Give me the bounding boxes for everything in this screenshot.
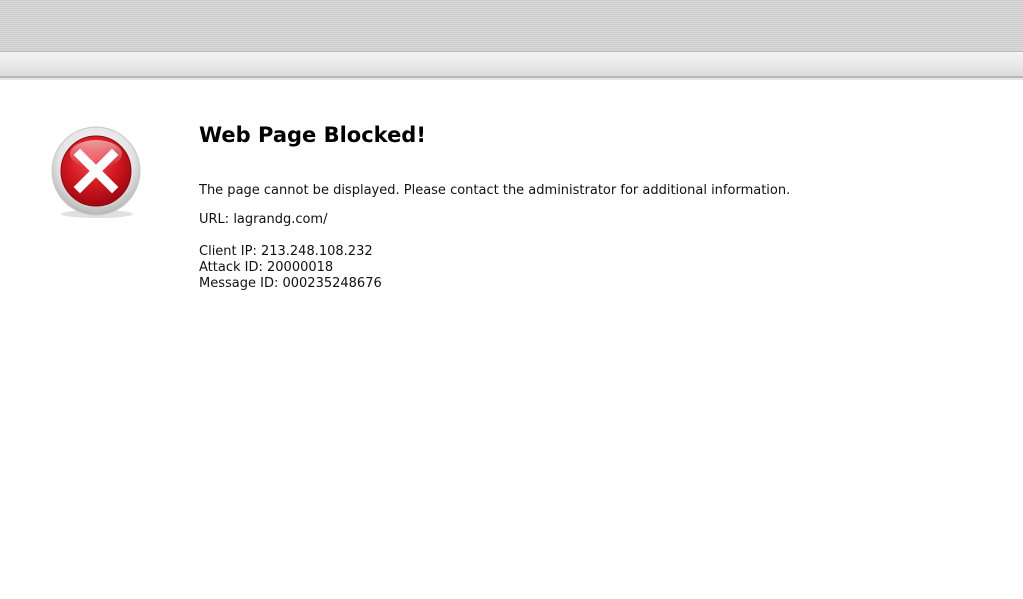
header-divider — [0, 78, 1023, 80]
attack-id-label: Attack ID: — [199, 260, 263, 275]
message-id-row: Message ID: 000235248676 — [199, 276, 999, 292]
incident-details: Client IP: 213.248.108.232 Attack ID: 20… — [199, 244, 999, 292]
header-sub-bar — [0, 52, 1023, 78]
blocked-url: URL: lagrandg.com/ — [199, 212, 999, 228]
client-ip-label: Client IP: — [199, 244, 257, 259]
error-x-circle-icon — [50, 126, 144, 220]
url-label: URL: — [199, 212, 230, 227]
message-id-label: Message ID: — [199, 276, 279, 291]
client-ip-row: Client IP: 213.248.108.232 — [199, 244, 999, 260]
page-title: Web Page Blocked! — [199, 123, 426, 147]
attack-id-value: 20000018 — [267, 260, 334, 275]
attack-id-row: Attack ID: 20000018 — [199, 260, 999, 276]
block-notice: Web Page Blocked! The page cannot be dis… — [199, 120, 999, 292]
message-id-value: 000235248676 — [282, 276, 382, 291]
block-message: The page cannot be displayed. Please con… — [199, 183, 791, 198]
client-ip-value: 213.248.108.232 — [260, 244, 373, 259]
url-value: lagrandg.com/ — [233, 212, 328, 227]
header-bar — [0, 0, 1023, 52]
